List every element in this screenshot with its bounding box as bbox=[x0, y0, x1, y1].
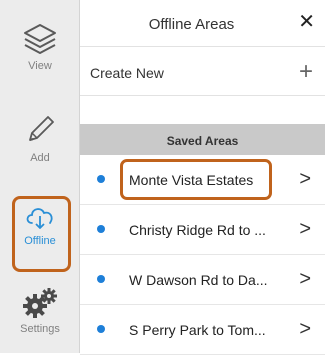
create-new-label: Create New bbox=[90, 65, 164, 81]
chevron-right-icon: > bbox=[299, 268, 311, 290]
section-label: Saved Areas bbox=[166, 134, 239, 148]
status-dot bbox=[97, 325, 105, 333]
status-dot bbox=[97, 225, 105, 233]
status-dot bbox=[97, 275, 105, 283]
chevron-right-icon: > bbox=[299, 218, 311, 240]
sidebar-item-add[interactable]: Add bbox=[0, 112, 80, 164]
plus-icon[interactable]: + bbox=[299, 58, 313, 86]
layers-icon bbox=[24, 24, 56, 54]
panel-header: Offline Areas ✕ bbox=[80, 0, 325, 46]
offline-highlight-outline bbox=[12, 196, 71, 272]
sidebar-item-label: Settings bbox=[20, 323, 60, 335]
area-highlight-outline bbox=[120, 159, 272, 200]
chevron-right-icon: > bbox=[299, 318, 311, 340]
list-item[interactable]: W Dawson Rd to Da... > bbox=[80, 255, 325, 305]
saved-areas-header: Saved Areas bbox=[80, 124, 325, 155]
area-name: S Perry Park to Tom... bbox=[129, 322, 266, 338]
area-name: Christy Ridge Rd to ... bbox=[129, 222, 266, 238]
list-item[interactable]: S Perry Park to Tom... > bbox=[80, 305, 325, 355]
close-button[interactable]: ✕ bbox=[298, 12, 315, 32]
sidebar-item-view[interactable]: View bbox=[0, 22, 80, 72]
pencil-icon bbox=[29, 116, 54, 141]
status-dot bbox=[97, 175, 105, 183]
sidebar-item-label: View bbox=[28, 60, 52, 72]
sidebar: View Add Offline Settings bbox=[0, 0, 80, 353]
sidebar-item-settings[interactable]: Settings bbox=[0, 287, 80, 335]
gears-icon bbox=[23, 288, 57, 318]
area-name: W Dawson Rd to Da... bbox=[129, 272, 268, 288]
page-title: Offline Areas bbox=[148, 16, 235, 33]
chevron-right-icon: > bbox=[299, 168, 311, 190]
create-new-row[interactable]: Create New + bbox=[80, 46, 325, 96]
sidebar-item-label: Add bbox=[30, 152, 50, 164]
list-item[interactable]: Christy Ridge Rd to ... > bbox=[80, 205, 325, 255]
